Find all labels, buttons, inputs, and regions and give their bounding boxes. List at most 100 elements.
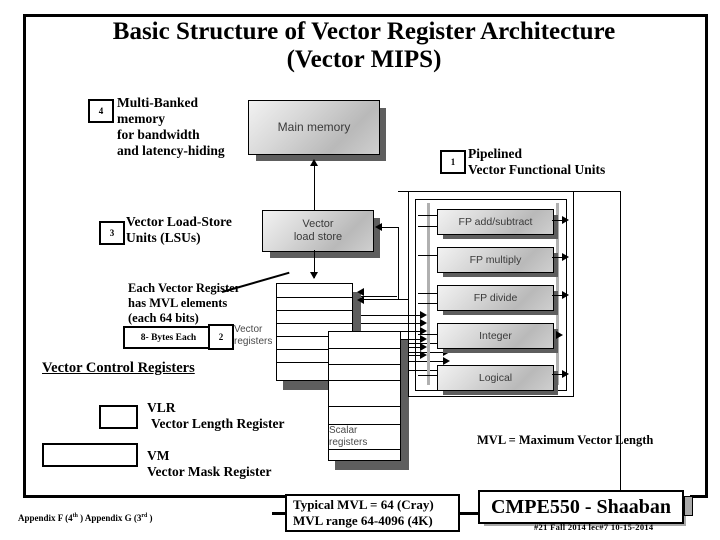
arrow-fu-out	[556, 331, 563, 339]
badge-3-label: 3	[109, 228, 115, 238]
vm-abbr: VM	[147, 448, 170, 463]
fu-frame-return-bottom	[398, 299, 409, 300]
slide-title-line-1: Basic Structure of Vector Register Archi…	[112, 18, 616, 45]
fu-box-logical: Logical	[437, 365, 554, 391]
fu-box-fp-add-subtract: FP add/subtract	[437, 209, 554, 235]
vector-register-row	[277, 310, 352, 311]
vlr-abbr: VLR	[147, 400, 176, 415]
arrow-fu-out	[562, 253, 569, 261]
badge-2-label: 2	[218, 332, 224, 342]
scalar-registers-label-1: Scalar	[329, 425, 358, 436]
badge-4-label: 4	[98, 106, 104, 116]
vm-annotation: VM Vector Mask Register	[147, 448, 337, 480]
vlr-name: Vector Length Register	[151, 415, 285, 431]
scalar-register-row	[329, 348, 400, 349]
annotation-multi-banked-memory: Multi-Banked memory for bandwidth and la…	[117, 95, 257, 159]
connector-fu-feedback-vertical	[398, 227, 399, 299]
fu-box-fp-multiply: FP multiply	[437, 247, 554, 273]
fu-in-line	[418, 226, 438, 227]
scalar-register-row	[329, 364, 400, 365]
arrow-into-vector-registers	[357, 288, 364, 296]
badge-4-memory: 4	[88, 99, 114, 123]
appendix-part-b: ) Appendix G (3	[77, 513, 142, 523]
arrow-up-to-memory	[310, 159, 318, 166]
slide-frame-top	[23, 14, 708, 17]
annotation-memory-line-3: for bandwidth	[117, 126, 200, 142]
brand-box: CMPE550 - Shaaban	[478, 490, 684, 524]
badge-2-vector-registers: 2	[208, 324, 234, 350]
functional-units-input-bus	[427, 203, 430, 385]
vector-load-store-label-1: Vector	[302, 218, 334, 231]
scalar-register-row	[329, 380, 400, 381]
vector-registers-label-2: registers	[234, 336, 273, 347]
vector-load-store-box: Vector load store	[262, 210, 374, 252]
badge-1-functional-units: 1	[440, 150, 466, 174]
appendix-reference: Appendix F (4th ) Appendix G (3rd )	[18, 513, 153, 523]
fu-label-integer: Integer	[479, 329, 512, 342]
fu-frame-return-top	[398, 191, 409, 192]
vlr-annotation: VLR Vector Length Register	[147, 400, 317, 432]
typical-mvl-box: Typical MVL = 64 (Cray) MVL range 64-409…	[285, 494, 460, 532]
fu-label-fp-divide: FP divide	[473, 291, 518, 304]
fu-return-bus-top	[571, 191, 621, 192]
annotation-memory-line-2: memory	[117, 110, 165, 126]
fu-label-fp-add-subtract: FP add/subtract	[458, 215, 533, 228]
slide-frame-right	[705, 14, 708, 498]
footer-connector-mid	[459, 512, 479, 515]
footer-connector-left	[272, 512, 286, 515]
fu-in-line	[418, 215, 438, 216]
fu-box-integer: Integer	[437, 323, 554, 349]
vector-control-registers-heading: Vector Control Registers	[42, 360, 195, 376]
badge-3-load-store: 3	[99, 221, 125, 245]
arrow-into-vector-registers	[357, 296, 364, 304]
connector-lsu-to-memory	[314, 166, 315, 212]
fu-in-line	[418, 293, 438, 294]
slide-title: Basic Structure of Vector Register Archi…	[28, 18, 700, 74]
vector-registers-label: Vector registers	[234, 324, 278, 348]
slide-frame-bottom-left	[23, 495, 308, 498]
bytes-each-box: 8- Bytes Each	[123, 326, 214, 349]
appendix-part-c: )	[147, 513, 153, 523]
annotation-vreg-line-1: Each Vector Register	[128, 281, 241, 295]
scalar-register-row	[329, 406, 400, 407]
brand-tick	[684, 496, 693, 516]
scalar-register-file-shadow-bottom	[335, 461, 409, 470]
vm-register-box	[42, 443, 138, 467]
scalar-register-row	[329, 449, 400, 450]
fu-label-fp-multiply: FP multiply	[469, 253, 522, 266]
annotation-each-vector-register: Each Vector Register has MVL elements (e…	[128, 281, 298, 325]
fu-box-fp-divide: FP divide	[437, 285, 554, 311]
arrow-down-to-vector-registers	[310, 272, 318, 279]
annotation-memory-line-4: and latency-hiding	[117, 142, 225, 158]
main-memory-label: Main memory	[277, 119, 351, 134]
main-memory-box: Main memory	[248, 100, 380, 155]
fu-in-line	[418, 334, 438, 335]
vector-register-row	[277, 297, 352, 298]
appendix-part-a: Appendix F (4	[18, 513, 73, 523]
fu-in-line	[418, 303, 438, 304]
vlr-register-box	[99, 405, 138, 429]
typical-mvl-line-2: MVL range 64-4096 (4K)	[293, 513, 433, 528]
vreg-out-line	[361, 296, 397, 297]
scalar-registers-label: Scalar registers	[329, 425, 375, 449]
bytes-each-label: 8- Bytes Each	[140, 332, 197, 343]
slide-frame-left	[23, 14, 26, 498]
annotation-fu-line-1: Pipelined	[468, 146, 523, 161]
vector-register-row	[277, 323, 352, 324]
arrow-fu-out	[562, 216, 569, 224]
fu-in-line	[418, 255, 438, 256]
annotation-pipelined-functional-units: Pipelined Vector Functional Units	[468, 146, 668, 178]
vector-load-store-label-2: load store	[293, 231, 343, 243]
brand-label: CMPE550 - Shaaban	[490, 495, 672, 518]
badge-1-label: 1	[450, 157, 456, 167]
annotation-fu-line-2: Vector Functional Units	[468, 161, 606, 177]
mvl-definition-note: MVL = Maximum Vector Length	[477, 433, 654, 447]
annotation-memory-line-1: Multi-Banked	[117, 95, 199, 110]
fu-label-logical: Logical	[478, 371, 513, 384]
fu-return-bus-right	[620, 191, 621, 497]
footer-meta: #21 Fall 2014 lec#7 10-15-2014	[534, 522, 654, 532]
slide-canvas: Basic Structure of Vector Register Archi…	[0, 0, 720, 540]
fu-in-line	[418, 375, 438, 376]
slide-title-line-2: (Vector MIPS)	[286, 46, 442, 73]
vector-registers-label-1: Vector	[234, 324, 263, 335]
